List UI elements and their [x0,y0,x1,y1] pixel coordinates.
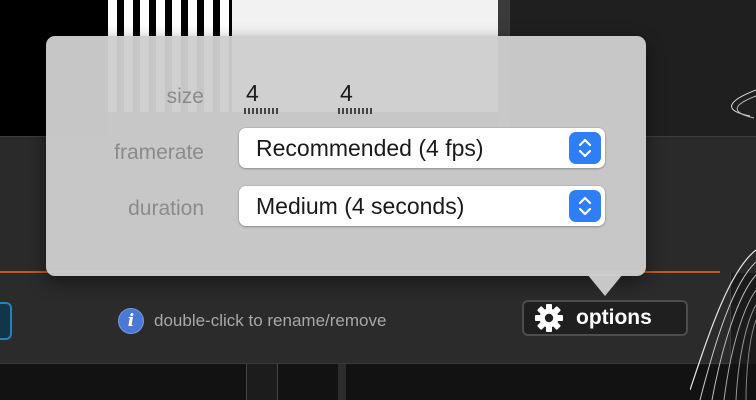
stepper-arrows [578,138,592,158]
duration-value: Medium (4 seconds) [256,192,465,219]
chevron-up-down-icon[interactable] [569,190,601,222]
selected-item-edge[interactable] [0,302,12,340]
duration-select[interactable]: Medium (4 seconds) [239,186,605,226]
size-width-ruler [244,108,278,114]
framerate-value: Recommended (4 fps) [256,134,484,161]
hint-row: i double-click to rename/remove [118,307,386,335]
size-label: size [166,85,204,108]
size-width-field[interactable]: 4 [244,80,282,114]
chevron-up-down-icon[interactable] [569,132,601,164]
options-button[interactable]: options [522,300,688,336]
duration-label: duration [128,197,204,220]
options-label: options [576,306,652,329]
framerate-label: framerate [114,141,204,164]
framerate-select[interactable]: Recommended (4 fps) [239,128,605,168]
options-popover: size 4 4 framerate Recommended (4 fps) d… [46,36,646,276]
size-height-field[interactable]: 4 [338,80,376,114]
size-width-value: 4 [246,80,259,106]
bottom-strip [0,364,756,400]
strip-divider [338,364,346,400]
stepper-arrows [578,196,592,216]
info-icon[interactable]: i [118,308,144,334]
strip-divider [246,364,278,400]
hint-text: double-click to rename/remove [154,311,387,330]
size-height-ruler [338,108,372,114]
size-height-value: 4 [340,80,353,106]
gear-icon [535,304,563,332]
popover-tail [587,274,623,296]
